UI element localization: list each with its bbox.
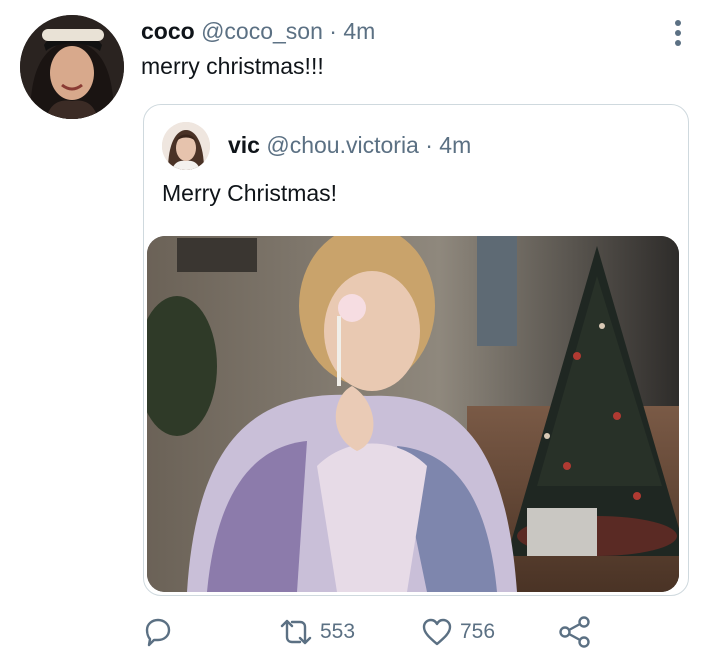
tweet-header: coco @coco_son · 4m [141,18,375,45]
like-button[interactable]: 756 [420,610,495,654]
profile-photo-icon [20,15,124,119]
tweet-timestamp[interactable]: 4m [343,18,375,44]
retweet-button[interactable]: 553 [278,610,355,654]
quoted-tweet-photo[interactable] [147,236,679,592]
retweet-count: 553 [320,620,356,643]
tweet-text: merry christmas!!! [141,53,324,79]
share-icon [559,616,590,648]
quoted-author-name[interactable]: vic [228,132,260,158]
author-avatar[interactable] [20,15,124,119]
retweet-icon [280,619,312,645]
share-button[interactable] [557,610,593,654]
quoted-author-avatar[interactable] [162,122,210,170]
quoted-tweet-header: vic @chou.victoria · 4m [228,132,471,159]
more-vertical-icon [675,20,681,46]
heart-icon [422,618,452,646]
author-handle[interactable]: @coco_son [201,18,323,44]
like-count: 756 [460,620,496,643]
reply-icon [145,618,171,647]
tweet-action-bar: 553 756 [0,610,720,654]
quoted-timestamp[interactable]: 4m [439,132,471,158]
quoted-header-separator: · [425,132,433,158]
photo-icon [147,236,679,592]
reply-button[interactable] [141,610,175,654]
author-name[interactable]: coco [141,18,195,44]
quoted-tweet[interactable]: vic @chou.victoria · 4m Merry Christmas! [143,104,689,596]
quoted-author-handle[interactable]: @chou.victoria [266,132,418,158]
more-options-button[interactable] [664,16,692,50]
header-separator: · [329,18,337,44]
profile-photo-icon [162,122,210,170]
quoted-tweet-text: Merry Christmas! [162,180,338,206]
